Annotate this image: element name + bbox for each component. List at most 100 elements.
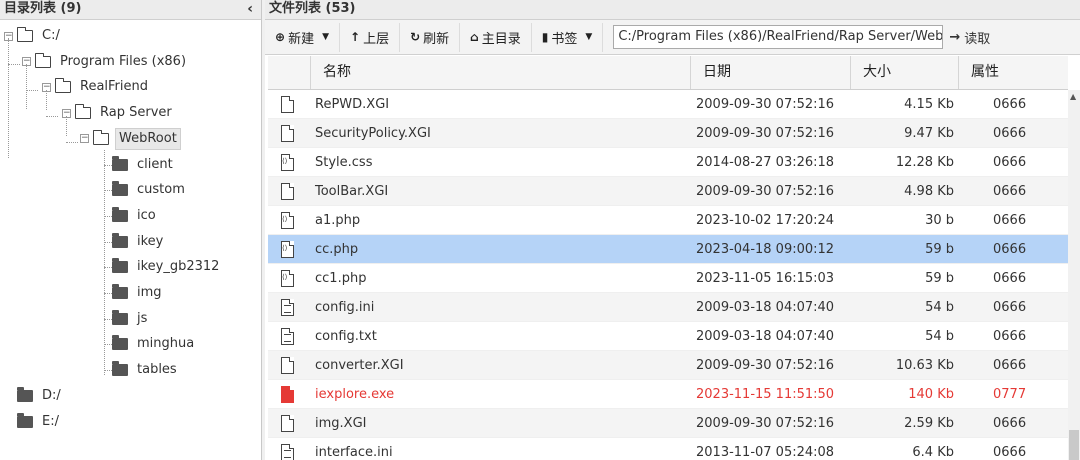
file-name[interactable]: cc1.php	[311, 271, 691, 286]
file-attr: 0666	[993, 154, 1027, 170]
file-attr: 0666	[993, 241, 1027, 257]
scrollbar-thumb[interactable]	[1069, 430, 1079, 460]
vertical-scrollbar[interactable]: ▲	[1068, 90, 1080, 460]
tree-node-label: img	[137, 285, 162, 300]
tree-connector	[104, 190, 112, 192]
file-row[interactable]: converter.XGI 2009-09-30 07:52:16 10.63 Kb…	[268, 351, 1068, 380]
file-panel-header: 文件列表 (53)	[265, 0, 1080, 20]
file-date: 2014-08-27 03:26:18	[696, 154, 835, 170]
tree-node-label: ikey_gb2312	[137, 259, 220, 275]
file-name[interactable]: converter.XGI	[311, 358, 691, 373]
file-panel-title: 文件列表 (53)	[269, 1, 356, 16]
tree-connector	[104, 293, 112, 294]
file-row[interactable]: config.ini 2009-03-18 04:07:40 54 b 0666	[268, 293, 1068, 322]
new-button[interactable]: ⊕ 新建 ▼	[265, 22, 340, 52]
scroll-up-icon[interactable]: ▲	[1070, 92, 1076, 101]
tree-node-label: WebRoot	[115, 127, 181, 150]
column-date[interactable]: 日期	[691, 56, 851, 89]
tree-node[interactable]: D:/	[4, 386, 64, 406]
column-attr[interactable]: 属性	[959, 56, 1068, 89]
folder-icon	[112, 309, 128, 325]
file-name[interactable]: config.txt	[311, 329, 691, 344]
file-date: 2009-09-30 07:52:16	[696, 357, 835, 373]
tree-connector	[66, 116, 67, 136]
bookmark-button-label: 书签	[551, 31, 578, 47]
file-attr: 0666	[993, 212, 1027, 228]
refresh-button[interactable]: ↻ 刷新	[400, 22, 461, 52]
tree-connector	[26, 90, 38, 91]
file-size: 9.47 Kb	[904, 125, 954, 141]
tree-node-label: Rap Server	[100, 105, 172, 121]
file-row[interactable]: interface.ini 2013-11-07 05:24:08 6.4 Kb 06…	[268, 438, 1068, 460]
file-date: 2009-03-18 04:07:40	[696, 328, 835, 344]
tree-node-label: ico	[137, 207, 156, 223]
file-icon-cell	[268, 298, 311, 316]
file-icon-cell	[268, 153, 311, 171]
arrow-up-icon: ↑	[350, 30, 361, 44]
path-input[interactable]: C:/Program Files (x86)/RealFriend/Rap Se…	[613, 25, 944, 49]
file-panel: 文件列表 (53) ⊕ 新建 ▼ ↑ 上层 ↻ 刷新 ⌂ 主目录 ▮ 书签 ▼ …	[265, 0, 1080, 460]
file-size: 140 Kb	[908, 386, 954, 402]
up-button[interactable]: ↑ 上层	[340, 22, 401, 52]
tree-node-label: RealFriend	[80, 79, 149, 95]
file-name[interactable]: ToolBar.XGI	[311, 184, 691, 199]
tree-node[interactable]: − Program Files (x86)	[22, 52, 189, 72]
file-name[interactable]: config.ini	[311, 300, 691, 315]
file-name[interactable]: img.XGI	[311, 416, 691, 431]
file-row[interactable]: cc.php 2023-04-18 09:00:12 59 b 0666	[268, 235, 1068, 264]
column-name[interactable]: 名称	[311, 56, 691, 89]
tree-node-label: C:/	[42, 28, 60, 43]
file-name[interactable]: interface.ini	[311, 445, 691, 460]
file-row[interactable]: RePWD.XGI 2009-09-30 07:52:16 4.15 Kb 0666	[268, 90, 1068, 119]
file-row[interactable]: img.XGI 2009-09-30 07:52:16 2.59 Kb 0666	[268, 409, 1068, 438]
file-icon-cell	[268, 240, 311, 258]
tree-node[interactable]: ikey_gb2312	[100, 257, 222, 277]
file-size: 10.63 Kb	[895, 357, 954, 373]
caret-down-icon: ▼	[585, 32, 593, 42]
file-row[interactable]: iexplore.exe 2023-11-15 11:51:50 140 Kb 077…	[268, 380, 1068, 409]
read-button[interactable]: → 读取	[949, 28, 990, 47]
file-table: 名称 日期 大小 属性 RePWD.XGI 2009-09-30 07:52:16…	[268, 56, 1068, 460]
file-icon	[281, 182, 294, 200]
tree-node[interactable]: − Rap Server	[62, 103, 175, 123]
file-icon	[281, 414, 294, 432]
file-name[interactable]: cc.php	[311, 242, 691, 257]
tree-node[interactable]: − WebRoot	[80, 127, 181, 150]
file-date: 2023-11-15 11:51:50	[696, 386, 835, 402]
column-size[interactable]: 大小	[851, 56, 959, 89]
tree-node[interactable]: minghua	[100, 334, 197, 354]
bookmark-button[interactable]: ▮ 书签 ▼	[532, 22, 604, 52]
file-row[interactable]: ToolBar.XGI 2009-09-30 07:52:16 4.98 Kb 066…	[268, 177, 1068, 206]
file-icon-cell	[268, 211, 311, 229]
tree-connector	[104, 215, 112, 217]
folder-icon	[112, 284, 128, 299]
file-name[interactable]: Style.css	[311, 155, 691, 170]
tree-node-label: client	[137, 156, 173, 172]
tree-node[interactable]: custom	[100, 180, 188, 200]
tree-connector	[104, 370, 112, 372]
tree-node[interactable]: E:/	[4, 412, 62, 432]
file-row[interactable]: SecurityPolicy.XGI 2009-09-30 07:52:16 9.4…	[268, 119, 1068, 148]
tree-connector	[8, 64, 20, 65]
file-row[interactable]: a1.php 2023-10-02 17:20:24 30 b 0666	[268, 206, 1068, 235]
plus-circle-icon: ⊕	[275, 30, 286, 44]
file-icon-cell	[268, 182, 311, 200]
file-row[interactable]: config.txt 2009-03-18 04:07:40 54 b 0666	[268, 322, 1068, 351]
file-name[interactable]: iexplore.exe	[311, 387, 691, 402]
file-name[interactable]: SecurityPolicy.XGI	[311, 126, 691, 141]
collapse-toggle-icon[interactable]: −	[80, 134, 89, 144]
file-size: 54 b	[925, 328, 954, 344]
file-row[interactable]: Style.css 2014-08-27 03:26:18 12.28 Kb 0666	[268, 148, 1068, 177]
file-name[interactable]: a1.php	[311, 213, 691, 228]
file-icon-cell	[268, 385, 311, 403]
tree-connector	[104, 318, 112, 320]
tree-node[interactable]: − C:/	[4, 26, 63, 46]
file-name[interactable]: RePWD.XGI	[311, 97, 691, 112]
tree-connector	[104, 241, 112, 243]
chevron-left-icon[interactable]: ‹	[247, 0, 253, 18]
tree-node-label: tables	[137, 362, 177, 378]
text-file-icon	[281, 327, 294, 345]
file-row[interactable]: cc1.php 2023-11-05 16:15:03 59 b 0666	[268, 264, 1068, 293]
tree-node[interactable]: − RealFriend	[42, 77, 151, 97]
home-button[interactable]: ⌂ 主目录	[460, 22, 532, 52]
